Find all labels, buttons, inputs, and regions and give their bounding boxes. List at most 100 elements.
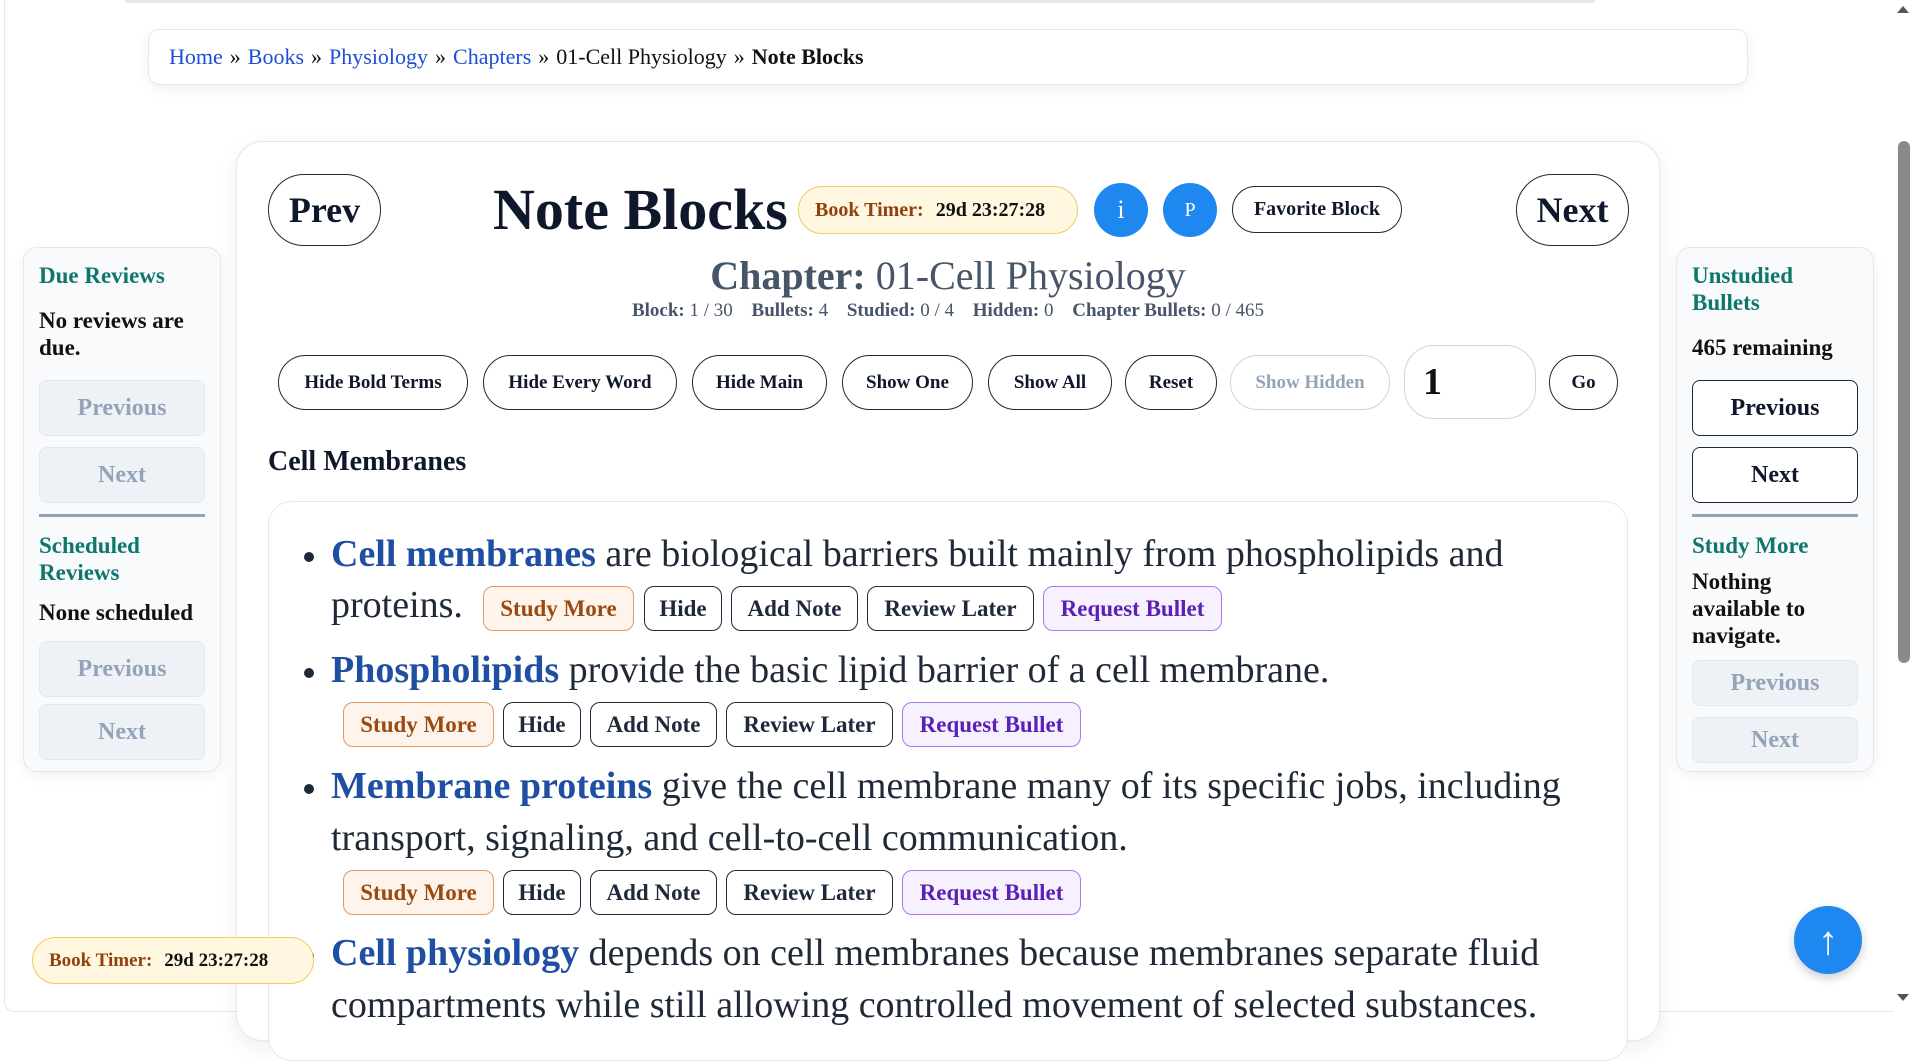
- scheduled-reviews-text: None scheduled: [39, 600, 193, 625]
- hide-button[interactable]: Hide: [503, 702, 581, 747]
- due-next-button[interactable]: Next: [39, 447, 205, 503]
- bullet-4-line2: compartments while still allowing contro…: [331, 984, 1538, 1026]
- bullet-text: give the cell membrane many of its speci…: [652, 765, 1561, 807]
- hide-button[interactable]: Hide: [644, 586, 722, 631]
- bullet-term: Phospholipids: [331, 649, 560, 691]
- bullet-term: Membrane proteins: [331, 765, 653, 807]
- breadcrumb-separator: »: [229, 44, 241, 69]
- bullet-dot: [304, 668, 314, 678]
- scheduled-next-button[interactable]: Next: [39, 704, 205, 760]
- hide-button[interactable]: Hide: [503, 870, 581, 915]
- bullet-3-line2: transport, signaling, and cell-to-cell c…: [331, 817, 1128, 859]
- breadcrumb-chapters[interactable]: Chapters: [453, 44, 531, 70]
- go-button[interactable]: Go: [1549, 355, 1618, 410]
- stat-chapter-bullets-value: 0 / 465: [1211, 300, 1265, 321]
- show-all-button[interactable]: Show All: [988, 355, 1112, 410]
- bullet-2-line1: Phospholipids provide the basic lipid ba…: [331, 645, 1329, 696]
- top-edge: [125, 0, 1595, 3]
- p-button[interactable]: P: [1163, 183, 1217, 237]
- study-more-previous-button[interactable]: Previous: [1692, 660, 1858, 706]
- block-number-input[interactable]: 1: [1404, 345, 1536, 419]
- add-note-button[interactable]: Add Note: [590, 702, 717, 747]
- info-button[interactable]: i: [1094, 183, 1148, 237]
- study-more-next-button[interactable]: Next: [1692, 717, 1858, 763]
- stat-studied-value: 0 / 4: [920, 300, 954, 321]
- bullet-3-line1: Membrane proteins give the cell membrane…: [331, 761, 1561, 812]
- show-one-button[interactable]: Show One: [842, 355, 973, 410]
- scrollbar-thumb[interactable]: [1898, 141, 1910, 663]
- favorite-block-button[interactable]: Favorite Block: [1232, 186, 1402, 233]
- study-more-button[interactable]: Study More: [343, 870, 494, 915]
- panel-divider: [1692, 514, 1858, 517]
- add-note-button[interactable]: Add Note: [731, 586, 858, 631]
- review-later-button[interactable]: Review Later: [726, 870, 893, 915]
- request-bullet-button[interactable]: Request Bullet: [1043, 586, 1222, 631]
- due-previous-button[interactable]: Previous: [39, 380, 205, 436]
- bullet-text: provide the basic lipid barrier of a cel…: [559, 649, 1330, 691]
- scheduled-previous-button[interactable]: Previous: [39, 641, 205, 697]
- bullet-text: depends on cell membranes because membra…: [579, 932, 1540, 974]
- bullet-dot: [304, 784, 314, 794]
- scroll-to-top-button[interactable]: ↑: [1794, 906, 1862, 974]
- study-more-text: Nothing available to navigate.: [1692, 569, 1806, 648]
- review-later-button[interactable]: Review Later: [867, 586, 1034, 631]
- due-reviews-text: No reviews are due.: [39, 308, 184, 360]
- page-title: Note Blocks: [493, 177, 788, 242]
- review-later-button[interactable]: Review Later: [726, 702, 893, 747]
- due-reviews-title: Due Reviews: [39, 263, 165, 288]
- arrow-up-icon: ↑: [1818, 917, 1838, 963]
- reset-button[interactable]: Reset: [1125, 355, 1217, 410]
- floating-timer-label: Book Timer:: [49, 949, 153, 971]
- book-timer-badge: Book Timer: 29d 23:27:28: [798, 186, 1078, 234]
- book-timer-label: Book Timer:: [815, 198, 924, 221]
- study-more-button[interactable]: Study More: [483, 586, 634, 631]
- study-more-title: Study More: [1692, 533, 1809, 558]
- prev-button[interactable]: Prev: [268, 174, 381, 246]
- hide-main-button[interactable]: Hide Main: [692, 355, 827, 410]
- unstudied-bullets-text: 465 remaining: [1692, 335, 1833, 360]
- bullet-term: Cell physiology: [331, 932, 580, 974]
- stat-chapter-bullets-label: Chapter Bullets:: [1072, 300, 1207, 321]
- breadcrumb-home[interactable]: Home: [169, 44, 223, 70]
- bullet-1-line2: proteins.: [331, 584, 463, 626]
- block-stats: Block: 1 / 30 Bullets: 4 Studied: 0 / 4 …: [236, 300, 1660, 322]
- breadcrumb-current: Note Blocks: [751, 44, 864, 69]
- scroll-down-arrow-icon[interactable]: [1897, 994, 1909, 1001]
- breadcrumb-separator: »: [311, 44, 323, 69]
- section-title: Cell Membranes: [268, 446, 467, 477]
- scheduled-reviews-title: Scheduled Reviews: [39, 533, 140, 585]
- stat-hidden-value: 0: [1044, 300, 1054, 321]
- unstudied-previous-button[interactable]: Previous: [1692, 380, 1858, 436]
- stat-studied-label: Studied:: [846, 300, 916, 321]
- unstudied-next-button[interactable]: Next: [1692, 447, 1858, 503]
- panel-divider: [39, 514, 205, 517]
- request-bullet-button[interactable]: Request Bullet: [902, 702, 1081, 747]
- breadcrumb-separator: »: [435, 44, 447, 69]
- bullet-text: are biological barriers built mainly fro…: [595, 533, 1504, 575]
- vertical-scrollbar[interactable]: [1894, 0, 1912, 1012]
- breadcrumb-separator: »: [538, 44, 550, 69]
- breadcrumb-books[interactable]: Books: [248, 44, 304, 70]
- request-bullet-button[interactable]: Request Bullet: [902, 870, 1081, 915]
- hide-bold-terms-button[interactable]: Hide Bold Terms: [278, 355, 468, 410]
- scroll-up-arrow-icon[interactable]: [1897, 6, 1909, 13]
- next-button[interactable]: Next: [1516, 174, 1629, 246]
- breadcrumb: Home » Books » Physiology » Chapters » 0…: [148, 29, 1748, 85]
- hide-every-word-button[interactable]: Hide Every Word: [483, 355, 677, 410]
- bullet-dot: [304, 552, 314, 562]
- breadcrumb-physiology[interactable]: Physiology: [329, 44, 428, 70]
- stat-bullets-label: Bullets:: [751, 300, 814, 321]
- study-more-button[interactable]: Study More: [343, 702, 494, 747]
- breadcrumb-separator: »: [733, 44, 745, 69]
- stat-block-value: 1 / 30: [689, 300, 733, 321]
- breadcrumb-chapter: 01-Cell Physiology: [556, 44, 727, 69]
- bullet-term: Cell membranes: [331, 533, 596, 575]
- stat-block-label: Block:: [631, 300, 685, 321]
- show-hidden-button[interactable]: Show Hidden: [1230, 355, 1390, 410]
- stat-bullets-value: 4: [818, 300, 829, 321]
- bullet-1-line1: Cell membranes are biological barriers b…: [331, 529, 1503, 580]
- book-timer-value: 29d 23:27:28: [935, 198, 1046, 221]
- unstudied-bullets-title: Unstudied Bullets: [1692, 263, 1793, 315]
- chapter-name: 01-Cell Physiology: [875, 253, 1186, 298]
- add-note-button[interactable]: Add Note: [590, 870, 717, 915]
